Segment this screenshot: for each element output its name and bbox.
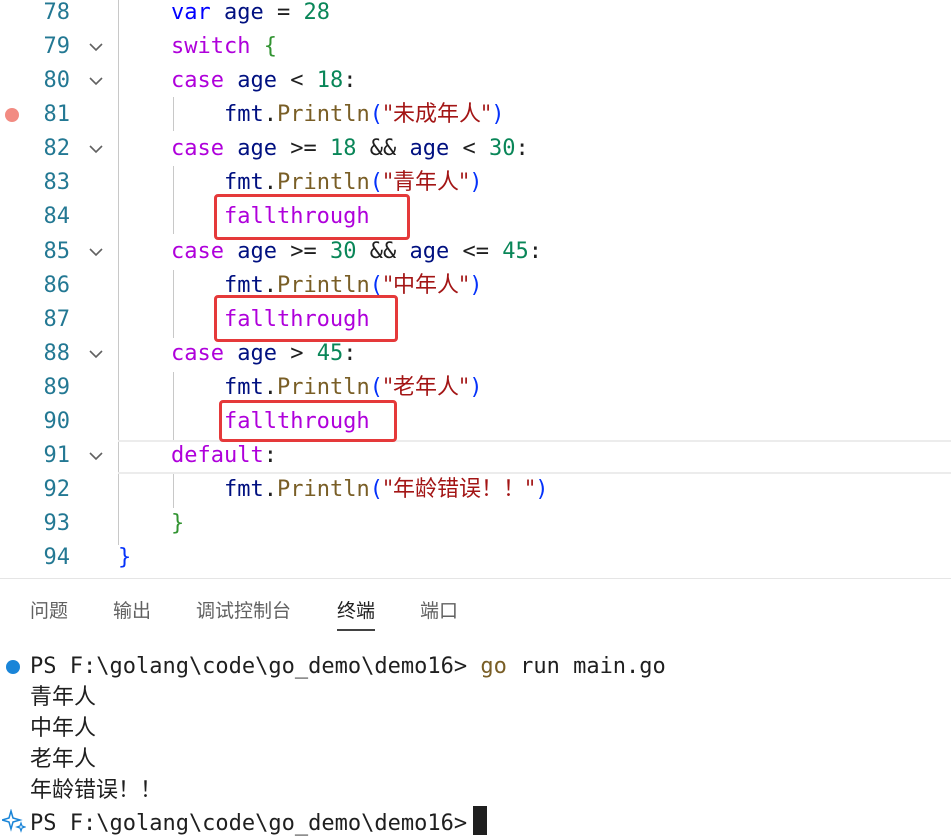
code-line[interactable]: 85 case age >= 30 && age <= 45: xyxy=(0,235,951,269)
line-number: 90 xyxy=(43,409,71,434)
code-line[interactable]: 79 switch { xyxy=(0,30,951,64)
code-line[interactable]: 91 default: xyxy=(0,439,951,473)
line-number: 93 xyxy=(43,511,71,536)
chevron-down-icon[interactable] xyxy=(86,242,106,262)
terminal-cursor xyxy=(473,806,488,835)
code-text[interactable]: case age >= 30 && age <= 45: xyxy=(118,235,542,269)
code-line[interactable]: 86 fmt.Println("中年人") xyxy=(0,269,951,303)
code-line[interactable]: 88 case age > 45: xyxy=(0,337,951,371)
code-line[interactable]: 84 fallthrough xyxy=(0,200,951,234)
code-line[interactable]: 90 fallthrough xyxy=(0,405,951,439)
terminal-prompt-line[interactable]: PS F:\golang\code\go_demo\demo16> xyxy=(30,806,488,839)
line-number: 87 xyxy=(43,307,71,332)
line-number: 86 xyxy=(43,273,71,298)
line-number: 80 xyxy=(43,68,71,93)
code-text[interactable]: case age >= 18 && age < 30: xyxy=(118,132,529,166)
chevron-down-icon[interactable] xyxy=(86,446,106,466)
code-line[interactable]: 80 case age < 18: xyxy=(0,64,951,98)
line-number: 78 xyxy=(43,0,71,25)
highlight-box xyxy=(214,194,410,240)
line-number: 82 xyxy=(43,136,71,161)
code-text[interactable]: case age > 45: xyxy=(118,337,356,371)
command-status-dot-icon[interactable] xyxy=(6,660,20,674)
line-number: 92 xyxy=(43,477,71,502)
chevron-down-icon[interactable] xyxy=(86,37,106,57)
tab-output[interactable]: 输出 xyxy=(113,597,151,625)
chevron-down-icon[interactable] xyxy=(86,139,106,159)
tab-debug-console[interactable]: 调试控制台 xyxy=(196,597,291,625)
line-number: 88 xyxy=(43,341,71,366)
code-line[interactable]: 93 } xyxy=(0,507,951,541)
terminal-output-line: 老年人 xyxy=(30,747,97,772)
code-line[interactable]: 89 fmt.Println("老年人") xyxy=(0,371,951,405)
panel-tabs: 问题 输出 调试控制台 终端 端口 xyxy=(0,579,951,637)
chevron-down-icon[interactable] xyxy=(86,71,106,91)
code-line[interactable]: 81 fmt.Println("未成年人") xyxy=(0,98,951,132)
terminal-output-line: 年龄错误！！ xyxy=(30,778,163,803)
code-line[interactable]: 83 fmt.Println("青年人") xyxy=(0,166,951,200)
sparkle-icon[interactable] xyxy=(0,808,27,833)
line-number: 83 xyxy=(43,170,71,195)
code-text[interactable]: switch { xyxy=(118,30,277,64)
tab-terminal[interactable]: 终端 xyxy=(337,597,376,631)
code-line[interactable]: 92 fmt.Println("年龄错误！！") xyxy=(0,473,951,507)
chevron-down-icon[interactable] xyxy=(86,344,106,364)
code-line[interactable]: 94 } xyxy=(0,541,951,575)
line-number: 91 xyxy=(43,443,71,468)
code-text[interactable]: fmt.Println("年龄错误！！") xyxy=(118,473,548,507)
line-number: 85 xyxy=(43,239,71,264)
line-number: 84 xyxy=(43,204,71,229)
highlight-box xyxy=(214,295,398,342)
terminal-output-line: 中年人 xyxy=(30,716,97,741)
code-line[interactable]: 87 fallthrough xyxy=(0,303,951,337)
code-text[interactable]: } xyxy=(118,541,131,575)
code-editor[interactable]: 78 var age = 28 79 switch { 80 case age … xyxy=(0,0,951,578)
code-text[interactable]: case age < 18: xyxy=(118,64,356,98)
line-number: 79 xyxy=(43,34,71,59)
tab-ports[interactable]: 端口 xyxy=(420,597,458,625)
terminal-output-line: 青年人 xyxy=(30,685,97,710)
code-text[interactable]: default: xyxy=(118,439,277,473)
code-line[interactable]: 78 var age = 28 xyxy=(0,0,951,30)
line-number: 81 xyxy=(43,102,71,127)
code-text[interactable]: } xyxy=(118,507,184,541)
terminal-prompt-line: PS F:\golang\code\go_demo\demo16> go run… xyxy=(30,654,666,679)
line-number: 94 xyxy=(43,545,71,570)
code-text[interactable]: fmt.Println("未成年人") xyxy=(118,98,504,132)
tab-problems[interactable]: 问题 xyxy=(30,597,68,625)
line-number: 89 xyxy=(43,375,71,400)
highlight-box xyxy=(219,400,397,442)
code-line[interactable]: 82 case age >= 18 && age < 30: xyxy=(0,132,951,166)
breakpoint-icon[interactable] xyxy=(5,108,19,122)
code-text[interactable]: var age = 28 xyxy=(118,0,330,30)
bottom-panel: 问题 输出 调试控制台 终端 端口 PS F:\golang\code\go_d… xyxy=(0,578,951,840)
